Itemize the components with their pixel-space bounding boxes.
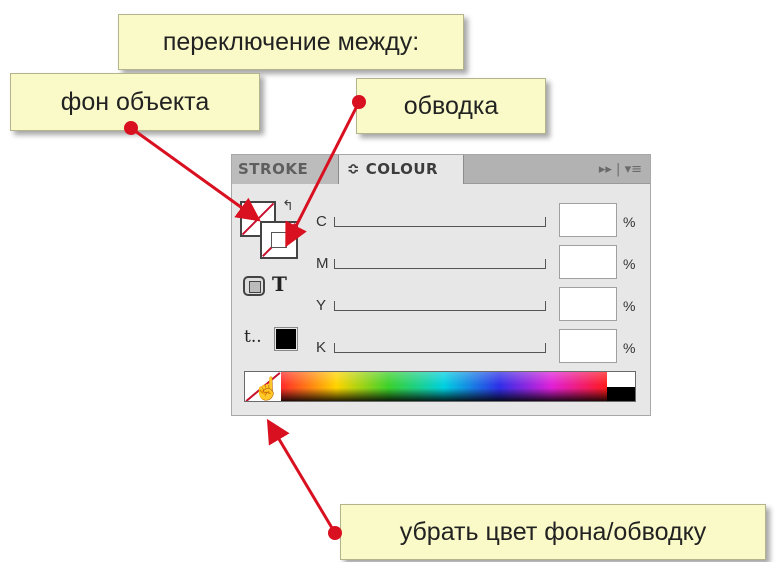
callout-switch-text: переключение между: — [162, 27, 420, 56]
none-swatch-icon[interactable]: ☝ — [245, 372, 282, 401]
black-swatch[interactable] — [274, 327, 298, 351]
colour-spectrum[interactable]: ☝ — [244, 371, 636, 402]
tab-colour[interactable]: ≎ COLOUR — [338, 155, 464, 184]
unit-label: % — [623, 214, 636, 230]
hand-cursor-icon: ☝ — [253, 376, 281, 401]
unit-label: % — [623, 298, 636, 314]
colour-panel: STROKE ≎ COLOUR ▸▸ | ▾≡ ↰ T t.. C % M % … — [231, 154, 651, 416]
callout-remove-color: убрать цвет фона/обводку — [340, 504, 766, 560]
callout-stroke-text: обводка — [403, 91, 499, 120]
stroke-swatch-icon[interactable] — [260, 221, 298, 259]
swap-fill-stroke-icon[interactable]: ↰ — [282, 197, 294, 214]
callout-stroke: обводка — [356, 78, 546, 134]
unit-label: % — [623, 256, 636, 272]
value-field[interactable] — [559, 287, 617, 321]
black-end-swatch[interactable] — [607, 387, 635, 401]
spectrum-ramp[interactable] — [281, 372, 607, 401]
slider-track[interactable] — [334, 217, 546, 227]
apply-colour-icon[interactable]: t.. — [244, 327, 262, 347]
callout-fill-text: фон объекта — [60, 87, 210, 116]
callout-switch-between: переключение между: — [118, 14, 464, 70]
arrow-to-none — [266, 418, 337, 534]
slider-label: Y — [316, 297, 327, 314]
callout-none-text: убрать цвет фона/обводку — [399, 517, 707, 546]
stroke-inner-box — [271, 232, 287, 248]
text-icon[interactable]: T — [272, 272, 287, 296]
unit-label: % — [623, 340, 636, 356]
slider-track[interactable] — [334, 301, 546, 311]
panel-menu-icon[interactable]: ▸▸ | ▾≡ — [599, 155, 642, 184]
slider-label: K — [316, 339, 327, 356]
container-icon[interactable] — [243, 276, 265, 296]
callout-object-fill: фон объекта — [10, 73, 260, 131]
value-field[interactable] — [559, 245, 617, 279]
panel-tab-bar: STROKE ≎ COLOUR ▸▸ | ▾≡ — [232, 155, 650, 184]
slider-label: M — [316, 255, 329, 272]
slider-label: C — [316, 213, 327, 230]
tab-stroke[interactable]: STROKE — [232, 155, 338, 184]
value-field[interactable] — [559, 203, 617, 237]
white-swatch[interactable] — [607, 372, 635, 387]
value-field[interactable] — [559, 329, 617, 363]
slider-track[interactable] — [334, 343, 546, 353]
slider-track[interactable] — [334, 259, 546, 269]
